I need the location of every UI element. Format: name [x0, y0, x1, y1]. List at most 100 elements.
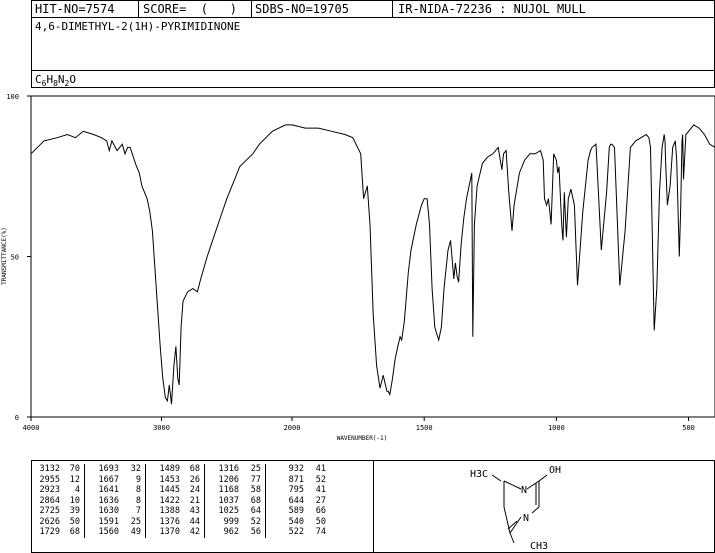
- peak-wavenumber: 2955: [39, 474, 60, 485]
- peak-transmittance: 39: [60, 506, 85, 517]
- peak-transmittance: 44: [180, 516, 205, 527]
- peak-transmittance: 25: [119, 516, 146, 527]
- x-tick-label: 3000: [153, 424, 170, 432]
- peak-table-box: 3132 70 1693 32 1489 68 1316 25 932 41 2955 12 1667 9…: [31, 460, 374, 553]
- structure-box: H3C OH N N CH3: [373, 460, 715, 553]
- peak-wavenumber: 1591: [98, 516, 119, 527]
- x-tick-label: 1500: [416, 424, 433, 432]
- peak-transmittance: 8: [119, 485, 146, 496]
- peak-wavenumber: 1560: [98, 527, 119, 537]
- x-axis-ticks: 4000 3000 2000 1500 1000 500: [23, 417, 695, 432]
- peak-wavenumber: 1693: [98, 464, 119, 474]
- peak-transmittance: 52: [315, 474, 326, 485]
- peak-wavenumber: 1453: [159, 474, 180, 485]
- peak-transmittance: 10: [60, 495, 85, 506]
- peak-wavenumber: 1729: [39, 527, 60, 537]
- peak-transmittance: 58: [239, 485, 266, 496]
- peak-wavenumber: 2725: [39, 506, 60, 516]
- peak-row: 2955 12 1667 9 1453 26 1206 77 871 52: [32, 474, 330, 485]
- peak-transmittance: 74: [315, 527, 326, 537]
- peak-wavenumber: 2626: [39, 516, 60, 527]
- peak-wavenumber: 1025: [218, 506, 239, 516]
- peak-transmittance: 4: [60, 485, 85, 496]
- peak-wavenumber: 932: [288, 464, 304, 474]
- peak-transmittance: 52: [239, 516, 266, 527]
- peak-row: 1729 68 1560 49 1370 42 962 56 522 74: [32, 527, 330, 538]
- peak-wavenumber: 1667: [98, 474, 119, 485]
- peak-table: 3132 70 1693 32 1489 68 1316 25 932 41 2955 12 1667 9…: [32, 464, 373, 538]
- y-tick-label: 0: [15, 414, 19, 422]
- peak-transmittance: 68: [180, 464, 205, 475]
- peak-wavenumber: 1037: [218, 495, 239, 506]
- peak-wavenumber: 1636: [98, 495, 119, 506]
- peak-wavenumber: 1376: [159, 516, 180, 527]
- peak-wavenumber: 1168: [218, 485, 239, 495]
- peak-wavenumber: 589: [288, 506, 304, 516]
- peak-transmittance: 7: [119, 506, 146, 517]
- peak-transmittance: 68: [60, 527, 85, 538]
- peak-row: 2626 50 1591 25 1376 44 999 52 540 50: [32, 516, 330, 527]
- peak-list-table: 3132 70 1693 32 1489 68 1316 25 932 41 2955 12 1667 9…: [32, 464, 330, 538]
- molecule-structure: H3C OH N N CH3: [470, 465, 561, 552]
- nitrogen-bottom-label: N: [523, 513, 529, 524]
- peak-wavenumber: 1388: [159, 506, 180, 516]
- peak-transmittance: 8: [119, 495, 146, 506]
- peak-wavenumber: 1422: [159, 495, 180, 506]
- peak-wavenumber: 962: [223, 527, 239, 537]
- peak-transmittance: 66: [315, 506, 326, 516]
- peak-transmittance: 12: [60, 474, 85, 485]
- y-axis-label: TRANSMITTANCE(%): [1, 227, 8, 285]
- peak-transmittance: 24: [180, 485, 205, 496]
- y-axis-ticks: 0 50 100: [6, 93, 31, 422]
- peak-transmittance: 42: [180, 527, 205, 538]
- peak-wavenumber: 540: [288, 516, 304, 527]
- peak-wavenumber: 2864: [39, 495, 60, 506]
- x-tick-label: 2000: [284, 424, 301, 432]
- peak-transmittance: 32: [119, 464, 146, 475]
- peak-wavenumber: 795: [288, 485, 304, 495]
- peak-transmittance: 56: [239, 527, 266, 538]
- y-tick-label: 100: [6, 93, 19, 101]
- peak-wavenumber: 1489: [159, 464, 180, 474]
- peak-transmittance: 43: [180, 506, 205, 517]
- pyrimidine-ring: [491, 474, 548, 544]
- peak-wavenumber: 871: [288, 474, 304, 485]
- ir-spectrum-chart: 0 50 100 4000 3000 2000 1500 1000 500 TRANSMITT…: [1, 93, 715, 442]
- x-tick-label: 500: [682, 424, 695, 432]
- peak-wavenumber: 3132: [39, 464, 60, 474]
- peak-transmittance: 41: [315, 464, 326, 474]
- peak-wavenumber: 522: [288, 527, 304, 537]
- peak-wavenumber: 1370: [159, 527, 180, 537]
- peak-transmittance: 41: [315, 485, 326, 495]
- peak-transmittance: 64: [239, 506, 266, 517]
- spectrum-line: [30, 124, 715, 405]
- peak-wavenumber: 999: [223, 516, 239, 527]
- peak-transmittance: 50: [315, 516, 326, 527]
- methyl-bottom-label: CH3: [530, 541, 548, 552]
- peak-transmittance: 25: [239, 464, 266, 475]
- peak-transmittance: 50: [60, 516, 85, 527]
- peak-transmittance: 9: [119, 474, 146, 485]
- peak-wavenumber: 1206: [218, 474, 239, 485]
- x-tick-label: 1000: [548, 424, 565, 432]
- methyl-top-label: H3C: [470, 469, 488, 480]
- hydroxyl-label: OH: [549, 465, 561, 476]
- peak-transmittance: 68: [239, 495, 266, 506]
- peak-transmittance: 26: [180, 474, 205, 485]
- peak-row: 3132 70 1693 32 1489 68 1316 25 932 41: [32, 464, 330, 475]
- peak-wavenumber: 1316: [218, 464, 239, 474]
- peak-wavenumber: 644: [288, 495, 304, 506]
- peak-transmittance: 49: [119, 527, 146, 538]
- peak-transmittance: 21: [180, 495, 205, 506]
- x-tick-label: 4000: [23, 424, 40, 432]
- peak-transmittance: 70: [60, 464, 85, 475]
- peak-wavenumber: 1641: [98, 485, 119, 495]
- peak-row: 2923 4 1641 8 1445 24 1168 58 795 41: [32, 485, 330, 496]
- peak-wavenumber: 1630: [98, 506, 119, 516]
- peak-transmittance: 27: [315, 495, 326, 506]
- peak-transmittance: 77: [239, 474, 266, 485]
- peak-wavenumber: 1445: [159, 485, 180, 495]
- y-tick-label: 50: [11, 254, 19, 262]
- peak-wavenumber: 2923: [39, 485, 60, 495]
- x-axis-label: WAVENUMBER(-1): [337, 435, 388, 442]
